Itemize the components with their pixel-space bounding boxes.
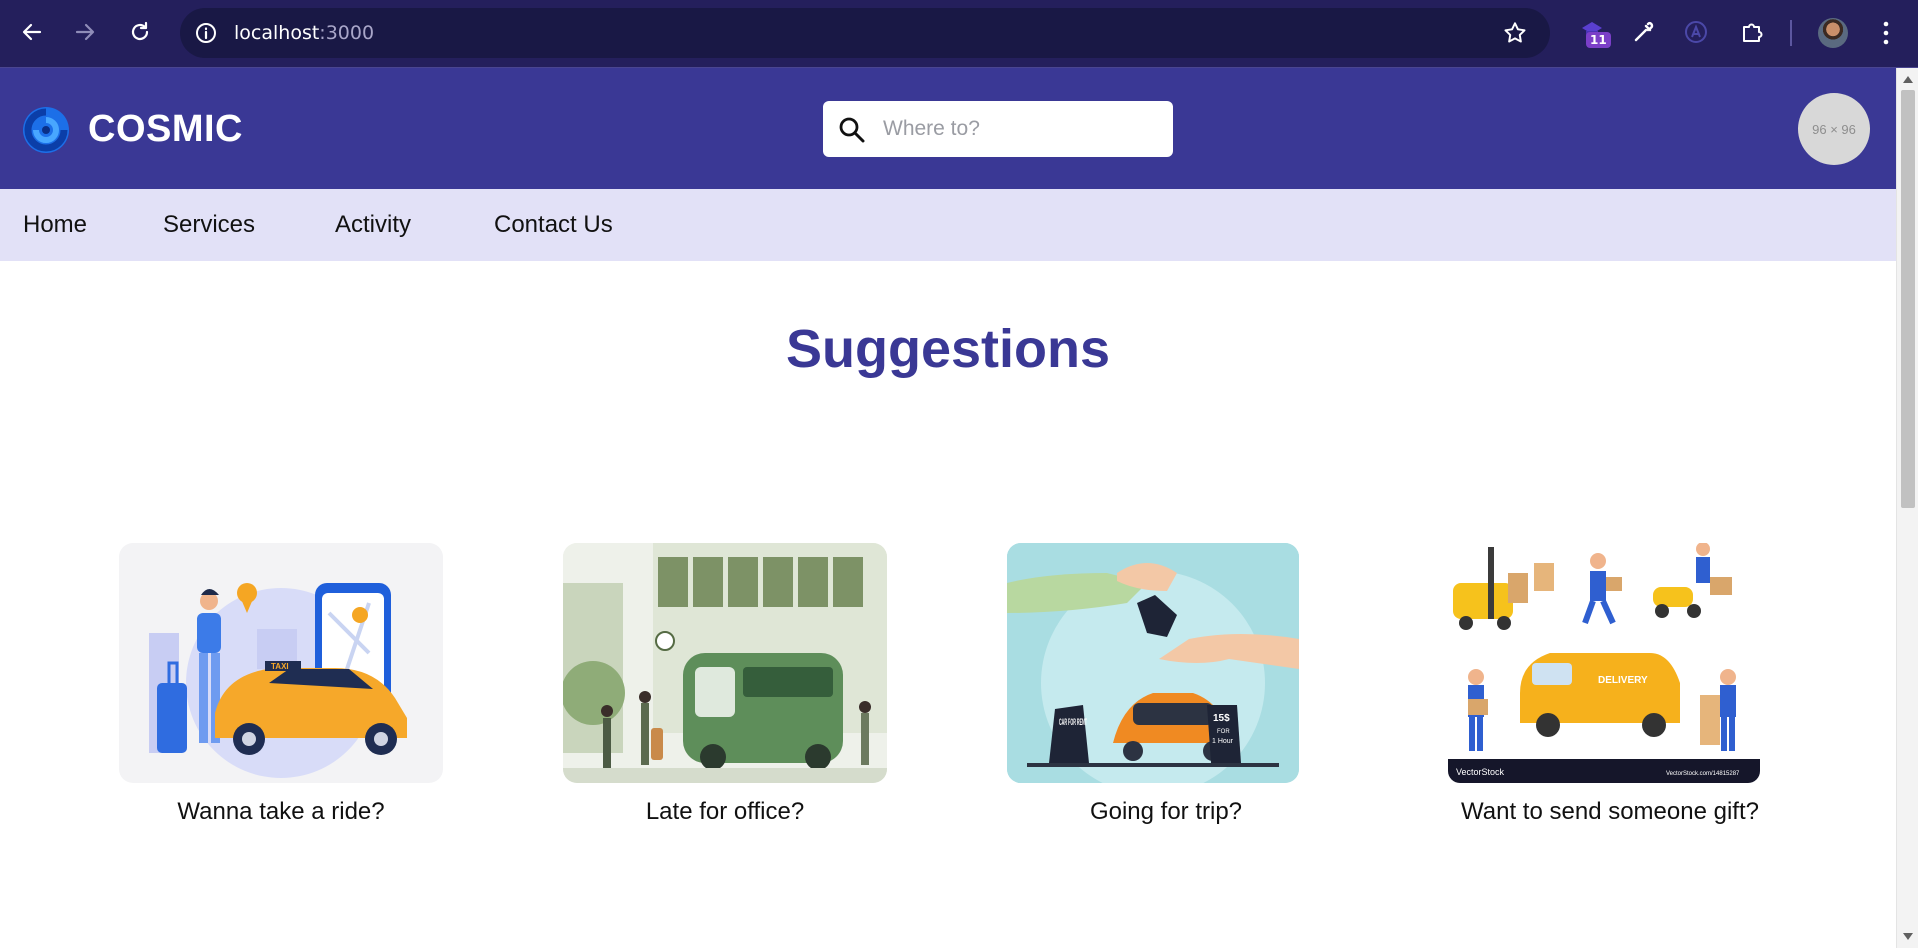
card-caption: Going for trip? <box>1089 798 1243 825</box>
delivery-image: DELIVERY VectorStock VectorStock.com/148… <box>1448 543 1760 783</box>
rent-sign-price: 15$ <box>1213 713 1230 724</box>
page-scrollbar[interactable] <box>1896 68 1918 948</box>
translate-extension-icon[interactable] <box>1680 16 1712 48</box>
taxi-sign-text: TAXI <box>271 662 289 671</box>
rent-sign-duration: 1 Hour <box>1212 738 1234 745</box>
rent-sign-left: CAR FOR RENT <box>1059 717 1087 727</box>
watermark-right: VectorStock.com/14815287 <box>1666 771 1740 777</box>
extensions-puzzle-icon[interactable] <box>1736 16 1768 48</box>
nav-item-contact-us[interactable]: Contact Us <box>494 211 613 239</box>
kebab-menu-icon[interactable] <box>1876 18 1896 48</box>
site-header: COSMIC 96 × 96 <box>0 68 1896 189</box>
url-host: localhost <box>234 22 320 44</box>
search-input[interactable] <box>883 109 1158 149</box>
toolbar-separator <box>1790 20 1792 46</box>
extension-badge: 11 <box>1586 32 1611 48</box>
nav-item-activity[interactable]: Activity <box>335 211 411 239</box>
eyedropper-icon[interactable] <box>1628 16 1660 48</box>
delivery-van-text: DELIVERY <box>1598 675 1648 686</box>
suggestion-card-gift[interactable]: DELIVERY VectorStock VectorStock.com/148… <box>1440 543 1780 825</box>
suggestion-card-ride[interactable]: TAXI Wanna take a ride? <box>111 543 451 825</box>
reload-button[interactable] <box>122 14 158 50</box>
taxi-ride-image: TAXI <box>119 543 443 783</box>
nav-item-services[interactable]: Services <box>163 211 255 239</box>
url-text[interactable]: localhost:3000 <box>234 22 374 44</box>
profile-avatar[interactable] <box>1818 18 1848 48</box>
search-icon <box>839 117 865 143</box>
search-box[interactable] <box>823 101 1173 157</box>
card-caption: Late for office? <box>645 798 805 825</box>
page-viewport: COSMIC 96 × 96 Home Services Activity Co… <box>0 68 1896 948</box>
car-rental-image: CAR FOR RENT 15$ FOR 1 Hour <box>1007 543 1299 783</box>
suggestion-card-office[interactable]: Late for office? <box>555 543 895 825</box>
browser-toolbar: localhost:3000 11 <box>0 0 1918 68</box>
scroll-up-arrow-icon[interactable] <box>1903 76 1913 83</box>
back-button[interactable] <box>14 14 50 50</box>
bookmark-star-icon[interactable] <box>1502 20 1528 46</box>
forward-button[interactable] <box>67 14 103 50</box>
logo-text[interactable]: COSMIC <box>88 108 243 151</box>
address-bar[interactable]: localhost:3000 <box>180 8 1550 58</box>
reload-icon <box>131 21 149 41</box>
nav-item-home[interactable]: Home <box>23 211 87 239</box>
card-caption: Wanna take a ride? <box>177 798 385 825</box>
main-nav: Home Services Activity Contact Us <box>0 189 1896 261</box>
scroll-thumb[interactable] <box>1901 90 1915 508</box>
scroll-down-arrow-icon[interactable] <box>1903 933 1913 940</box>
watermark-left: VectorStock <box>1456 767 1505 777</box>
arrow-left-icon <box>22 23 42 41</box>
url-port: :3000 <box>319 22 375 44</box>
page-title: Suggestions <box>785 319 1111 379</box>
bus-station-image <box>563 543 887 783</box>
cosmic-logo-icon[interactable] <box>22 106 70 154</box>
arrow-right-icon <box>75 23 95 41</box>
rent-sign-for: FOR <box>1217 729 1230 735</box>
site-info-icon[interactable] <box>194 21 218 45</box>
user-avatar[interactable]: 96 × 96 <box>1798 93 1870 165</box>
card-caption: Want to send someone gift? <box>1461 798 1759 825</box>
suggestion-card-trip[interactable]: CAR FOR RENT 15$ FOR 1 Hour Going for tr… <box>1004 543 1344 825</box>
